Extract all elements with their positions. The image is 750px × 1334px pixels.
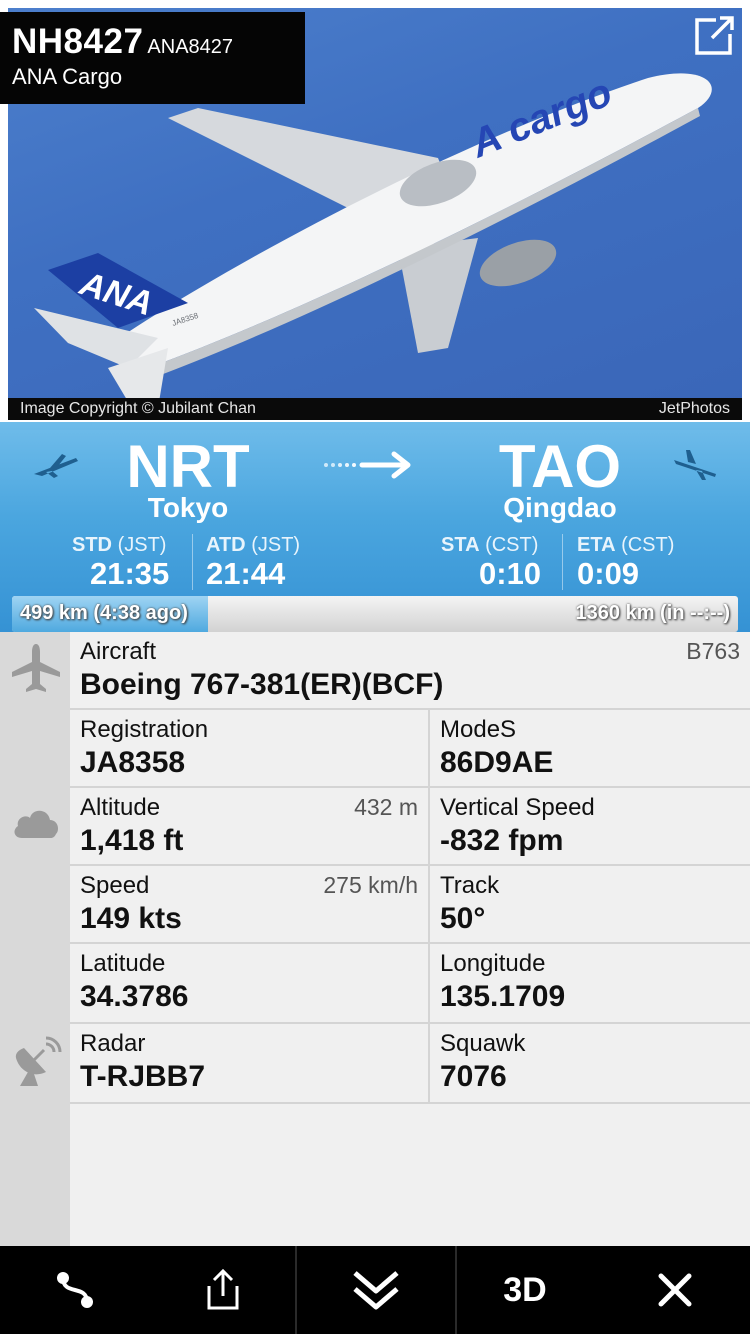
route-arrow-icon bbox=[324, 451, 411, 479]
altitude-value: 1,418 ft bbox=[80, 824, 184, 857]
registration-cell: Registration JA8358 bbox=[70, 710, 428, 788]
aircraft-type-code: B763 bbox=[686, 638, 740, 664]
speed-cell: Speed 149 kts 275 km/h bbox=[70, 866, 428, 944]
vertical-speed-value: -832 fpm bbox=[440, 824, 564, 857]
registration-value: JA8358 bbox=[80, 746, 186, 779]
registration-label: Registration bbox=[80, 716, 209, 743]
track-cell: Track 50° bbox=[430, 866, 750, 944]
distance-flown: 499 km (4:38 ago) bbox=[20, 602, 188, 624]
sta-time: 0:10 bbox=[479, 556, 542, 591]
route-path-icon bbox=[57, 1272, 93, 1308]
altitude-metric: 432 m bbox=[354, 794, 418, 820]
flight-callsign: ANA8427 bbox=[147, 36, 234, 58]
origin-code: NRT bbox=[126, 433, 250, 500]
airline-name: ANA Cargo bbox=[12, 64, 123, 89]
atd-time: 21:44 bbox=[206, 556, 286, 591]
arrival-plane-icon bbox=[674, 450, 716, 480]
departure-plane-icon bbox=[34, 454, 78, 478]
airplane-icon bbox=[12, 644, 60, 692]
cloud-icon bbox=[14, 810, 58, 838]
details-empty-area bbox=[70, 1104, 750, 1246]
share-button[interactable] bbox=[150, 1246, 296, 1334]
flight-progress-bar: 499 km (4:38 ago) 1360 km (in --:--) bbox=[12, 596, 738, 632]
photo-credit-bar: Image Copyright © Jubilant Chan JetPhoto… bbox=[8, 398, 742, 420]
share-icon bbox=[207, 1268, 239, 1310]
destination-code: TAO bbox=[498, 433, 622, 500]
radar-dish-icon bbox=[15, 1036, 62, 1086]
longitude-label: Longitude bbox=[440, 950, 546, 977]
eta-time: 0:09 bbox=[577, 556, 640, 591]
destination-city: Qingdao bbox=[503, 492, 617, 523]
close-button[interactable] bbox=[600, 1246, 750, 1334]
atd-label: ATD (JST) bbox=[206, 534, 301, 556]
bottom-toolbar: 3D bbox=[0, 1246, 750, 1334]
radar-value: T-RJBB7 bbox=[80, 1060, 206, 1093]
vertical-speed-label: Vertical Speed bbox=[440, 794, 595, 821]
time-divider bbox=[192, 534, 193, 590]
close-icon bbox=[658, 1273, 692, 1307]
latitude-cell: Latitude 34.3786 bbox=[70, 944, 428, 1024]
distance-remaining: 1360 km (in --:--) bbox=[575, 602, 730, 624]
sta-label: STA (CST) bbox=[441, 534, 539, 556]
modes-label: ModeS bbox=[440, 716, 517, 743]
flight-details: Aircraft Boeing 767-381(ER)(BCF) B763 Re… bbox=[0, 632, 750, 1246]
vertical-speed-cell: Vertical Speed -832 fpm bbox=[430, 788, 750, 866]
aircraft-photo[interactable]: A cargo ANA JA8358 Image Copyright © Jub… bbox=[0, 0, 750, 422]
speed-metric: 275 km/h bbox=[323, 872, 418, 898]
external-link-icon[interactable] bbox=[694, 14, 736, 56]
radar-cell: Radar T-RJBB7 bbox=[70, 1024, 428, 1104]
track-value: 50° bbox=[440, 902, 486, 935]
longitude-cell: Longitude 135.1709 bbox=[430, 944, 750, 1024]
column-divider bbox=[428, 710, 430, 1104]
aircraft-cell[interactable]: Aircraft Boeing 767-381(ER)(BCF) B763 bbox=[70, 632, 750, 710]
flight-number: NH8427 bbox=[12, 22, 144, 61]
speed-value: 149 kts bbox=[80, 902, 182, 935]
double-chevron-down-icon bbox=[353, 1271, 399, 1310]
squawk-value: 7076 bbox=[440, 1060, 507, 1093]
time-divider bbox=[562, 534, 563, 590]
collapse-button[interactable] bbox=[297, 1246, 455, 1334]
altitude-cell: Altitude 1,418 ft 432 m bbox=[70, 788, 428, 866]
latitude-value: 34.3786 bbox=[80, 980, 189, 1013]
eta-label: ETA (CST) bbox=[577, 534, 675, 556]
view-3d-button[interactable]: 3D bbox=[457, 1246, 593, 1334]
route-button[interactable] bbox=[0, 1246, 150, 1334]
latitude-label: Latitude bbox=[80, 950, 166, 977]
longitude-value: 135.1709 bbox=[440, 980, 566, 1013]
std-time: 21:35 bbox=[90, 556, 170, 591]
aircraft-label: Aircraft bbox=[80, 638, 157, 665]
radar-label: Radar bbox=[80, 1030, 146, 1057]
detail-gutter bbox=[0, 632, 70, 1246]
squawk-label: Squawk bbox=[440, 1030, 526, 1057]
flight-header: NH8427 ANA8427 ANA Cargo bbox=[0, 12, 305, 104]
modes-value: 86D9AE bbox=[440, 746, 554, 779]
modes-cell: ModeS 86D9AE bbox=[430, 710, 750, 788]
squawk-cell: Squawk 7076 bbox=[430, 1024, 750, 1104]
track-label: Track bbox=[440, 872, 500, 899]
origin-city: Tokyo bbox=[147, 492, 229, 523]
aircraft-model: Boeing 767-381(ER)(BCF) bbox=[80, 668, 444, 701]
photo-source[interactable]: JetPhotos bbox=[659, 398, 730, 420]
photo-copyright: Image Copyright © Jubilant Chan bbox=[20, 400, 256, 417]
std-label: STD (JST) bbox=[72, 534, 167, 556]
